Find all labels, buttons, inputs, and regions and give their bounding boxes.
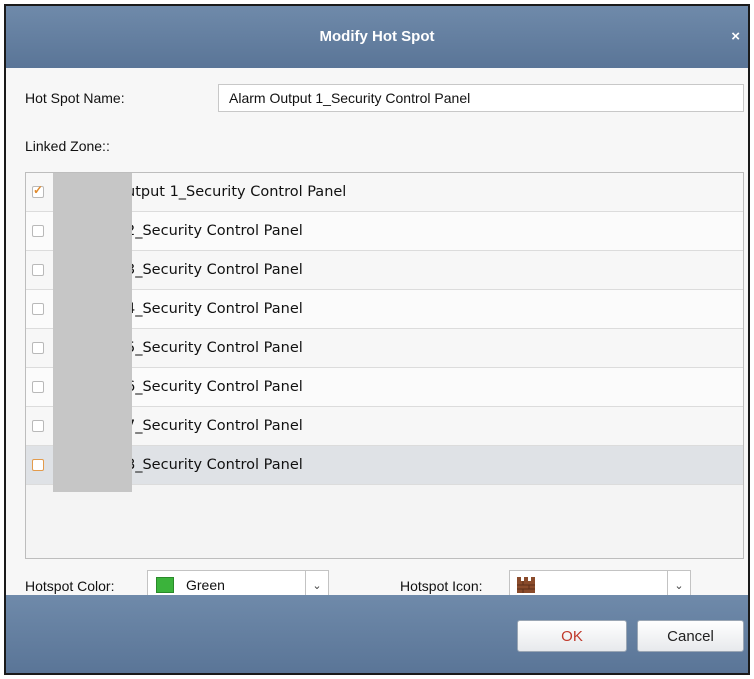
zone-label: 2_Security Control Panel [126, 223, 303, 239]
modify-hot-spot-dialog: Modify Hot Spot × Hot Spot Name: Linked … [4, 4, 750, 675]
ok-button[interactable]: OK [517, 620, 627, 652]
zone-label: 7_Security Control Panel [126, 418, 303, 434]
zone-label: 5_Security Control Panel [126, 340, 303, 356]
zone-row[interactable]: 2_Security Control Panel [26, 212, 743, 251]
dialog-title: Modify Hot Spot [319, 28, 435, 45]
zone-row[interactable]: 7_Security Control Panel [26, 407, 743, 446]
zone-checkbox[interactable] [32, 459, 44, 471]
zone-row[interactable]: 4_Security Control Panel [26, 290, 743, 329]
zone-checkbox[interactable] [32, 303, 44, 315]
zone-label: 8_Security Control Panel [126, 457, 303, 473]
zone-row[interactable]: utput 1_Security Control Panel [26, 173, 743, 212]
linked-zone-label: Linked Zone:: [25, 138, 110, 154]
zone-row[interactable]: 3_Security Control Panel [26, 251, 743, 290]
zone-row[interactable]: 5_Security Control Panel [26, 329, 743, 368]
zone-checkbox[interactable] [32, 342, 44, 354]
cancel-button[interactable]: Cancel [637, 620, 744, 652]
redacted-region [53, 173, 132, 492]
zone-label: utput 1_Security Control Panel [126, 184, 347, 200]
zone-row[interactable]: 6_Security Control Panel [26, 368, 743, 407]
hotspot-icon-label: Hotspot Icon: [400, 578, 483, 594]
zone-checkbox[interactable] [32, 225, 44, 237]
green-swatch-icon [156, 577, 174, 593]
close-icon[interactable]: × [731, 6, 740, 68]
zone-checkbox[interactable] [32, 264, 44, 276]
zone-label: 3_Security Control Panel [126, 262, 303, 278]
zone-label: 6_Security Control Panel [126, 379, 303, 395]
zone-label: 4_Security Control Panel [126, 301, 303, 317]
title-bar: Modify Hot Spot × [6, 6, 748, 68]
zone-checkbox[interactable] [32, 381, 44, 393]
hotspot-color-value: Green [186, 577, 225, 593]
hotspot-color-label: Hotspot Color: [25, 578, 115, 594]
linked-zone-list: utput 1_Security Control Panel 2_Securit… [25, 172, 744, 559]
zone-checkbox[interactable] [32, 183, 44, 198]
zone-row[interactable]: 8_Security Control Panel [26, 446, 743, 485]
zone-checkbox[interactable] [32, 420, 44, 432]
hot-spot-name-input[interactable] [218, 84, 744, 112]
dialog-footer: OK Cancel [6, 595, 748, 673]
hot-spot-name-label: Hot Spot Name: [25, 90, 125, 106]
